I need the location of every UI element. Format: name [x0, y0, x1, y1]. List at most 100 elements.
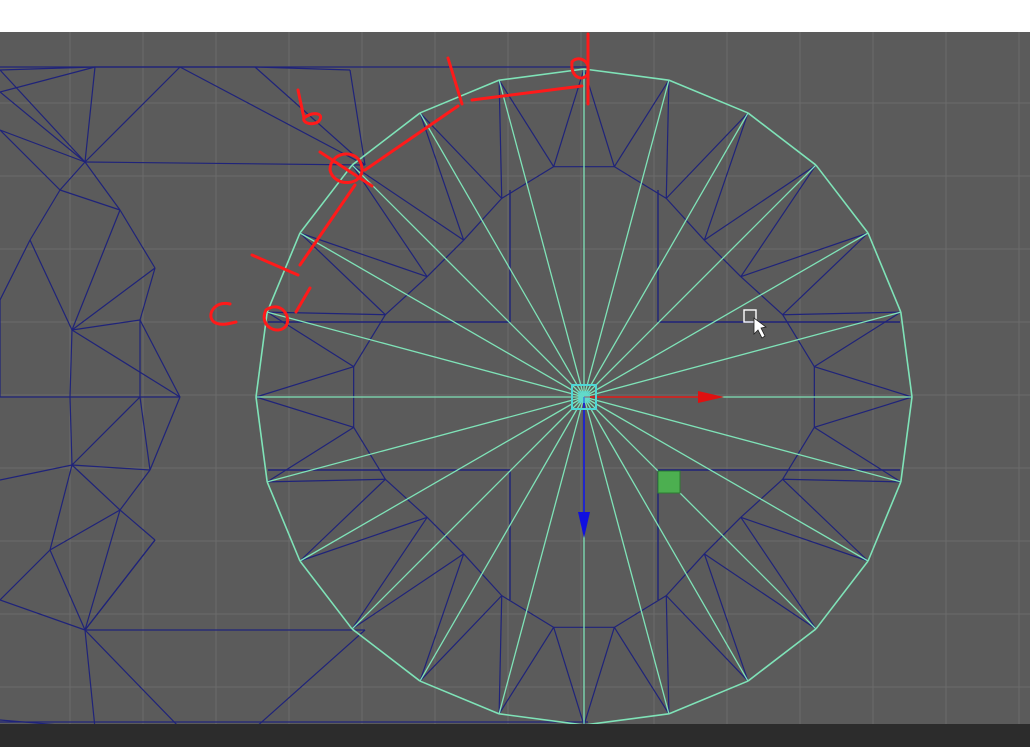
- viewport-canvas[interactable]: [0, 32, 1030, 724]
- annotation-stroke: [446, 56, 464, 106]
- rim-edge: [583, 68, 669, 81]
- mesh-edge: [179, 66, 366, 166]
- mesh-edge: [119, 509, 156, 541]
- letter-c: [209, 301, 238, 326]
- tri-edge: [266, 311, 354, 368]
- mesh-edge: [84, 539, 156, 631]
- tri-edge: [814, 311, 902, 368]
- rim-edge: [900, 312, 913, 398]
- rim-edge: [900, 396, 913, 482]
- tri-edge: [704, 553, 817, 630]
- annotation-circle: [262, 305, 289, 332]
- tri-edge: [266, 426, 354, 483]
- rim-edge: [255, 396, 268, 482]
- mesh-edge: [149, 396, 181, 471]
- tri-edge: [351, 517, 428, 630]
- tri-edge: [665, 595, 670, 714]
- tri-edge: [351, 553, 464, 630]
- 3d-viewport[interactable]: [0, 32, 1030, 724]
- mesh-edge: [49, 549, 86, 631]
- annotation-stroke: [250, 253, 300, 277]
- tri-edge: [814, 366, 913, 398]
- mesh-edge: [84, 161, 121, 211]
- annotation-stroke: [294, 286, 312, 314]
- tri-edge: [384, 276, 428, 316]
- spoke-edge: [583, 311, 901, 398]
- tri-edge: [255, 396, 354, 428]
- component-handle: [657, 470, 681, 494]
- pointer-with-square-cursor-icon: [743, 309, 767, 339]
- spoke-edge: [419, 396, 585, 682]
- tri-edge: [501, 595, 554, 628]
- annotation-circle: [570, 57, 590, 80]
- tri-edge: [665, 80, 670, 199]
- spoke-edge: [583, 396, 869, 562]
- cursor-arrow: [753, 317, 767, 339]
- tri-edge: [255, 366, 354, 398]
- spoke-edge: [583, 396, 670, 714]
- y-arrow-icon: [578, 512, 590, 538]
- spoke-edge: [583, 164, 817, 398]
- spoke-edge: [351, 396, 585, 630]
- rim-edge: [747, 112, 817, 166]
- spoke-edge: [351, 164, 585, 398]
- rim-edge: [668, 79, 749, 114]
- mesh-edge: [0, 129, 61, 191]
- tri-edge: [814, 396, 913, 428]
- tri-edge: [463, 553, 503, 597]
- mesh-edge: [71, 329, 181, 398]
- red-annotations: [209, 32, 590, 332]
- tri-edge: [553, 627, 585, 724]
- tri-edge: [353, 427, 386, 480]
- spoke-edge: [583, 232, 869, 398]
- pivot-center: [578, 391, 590, 403]
- rim-edge: [419, 680, 500, 715]
- spoke-edge: [498, 80, 585, 398]
- mesh-edge: [258, 629, 366, 724]
- mesh-edge: [84, 161, 366, 166]
- mesh-edge: [0, 599, 86, 631]
- tri-edge: [782, 232, 869, 316]
- tri-edge: [782, 427, 815, 480]
- tri-edge: [583, 627, 615, 724]
- spoke-edge: [267, 311, 585, 398]
- tri-edge: [614, 166, 667, 199]
- tri-edge: [613, 627, 670, 715]
- spoke-edge: [583, 80, 670, 398]
- mesh-edge: [84, 66, 181, 163]
- mesh-edge: [119, 469, 151, 511]
- mesh-edge: [0, 464, 73, 481]
- tri-edge: [419, 595, 503, 682]
- tri-edge: [665, 112, 749, 199]
- mesh-edge: [139, 267, 156, 321]
- mesh-edge: [29, 239, 73, 331]
- rim-edge: [815, 560, 869, 630]
- mesh-edge: [59, 189, 121, 211]
- mesh-edge: [84, 66, 96, 163]
- rim-edge: [668, 680, 749, 715]
- tri-edge: [740, 276, 784, 316]
- mesh-edge: [29, 189, 61, 241]
- spoke-edge: [419, 112, 585, 398]
- mesh-edge: [84, 509, 121, 631]
- tri-edge: [665, 197, 705, 241]
- mesh-edge: [139, 396, 151, 471]
- rim-edge: [299, 560, 353, 630]
- mesh-edge: [0, 69, 86, 163]
- mesh-edge: [0, 549, 51, 601]
- mesh-edge: [0, 66, 96, 93]
- tri-edge: [419, 112, 503, 199]
- spoke-edge: [267, 396, 585, 483]
- tri-edge: [614, 595, 667, 628]
- mesh-edge: [139, 319, 181, 398]
- tri-edge: [782, 478, 869, 562]
- tri-edge: [384, 478, 428, 518]
- tri-edge: [267, 478, 386, 483]
- mesh-edge: [71, 396, 141, 466]
- rim-edge: [266, 481, 301, 562]
- spoke-edge: [299, 232, 585, 398]
- top-white-margin: [0, 0, 1030, 32]
- tri-edge: [665, 595, 749, 682]
- tri-edge: [498, 627, 555, 715]
- rim-edge: [747, 628, 817, 682]
